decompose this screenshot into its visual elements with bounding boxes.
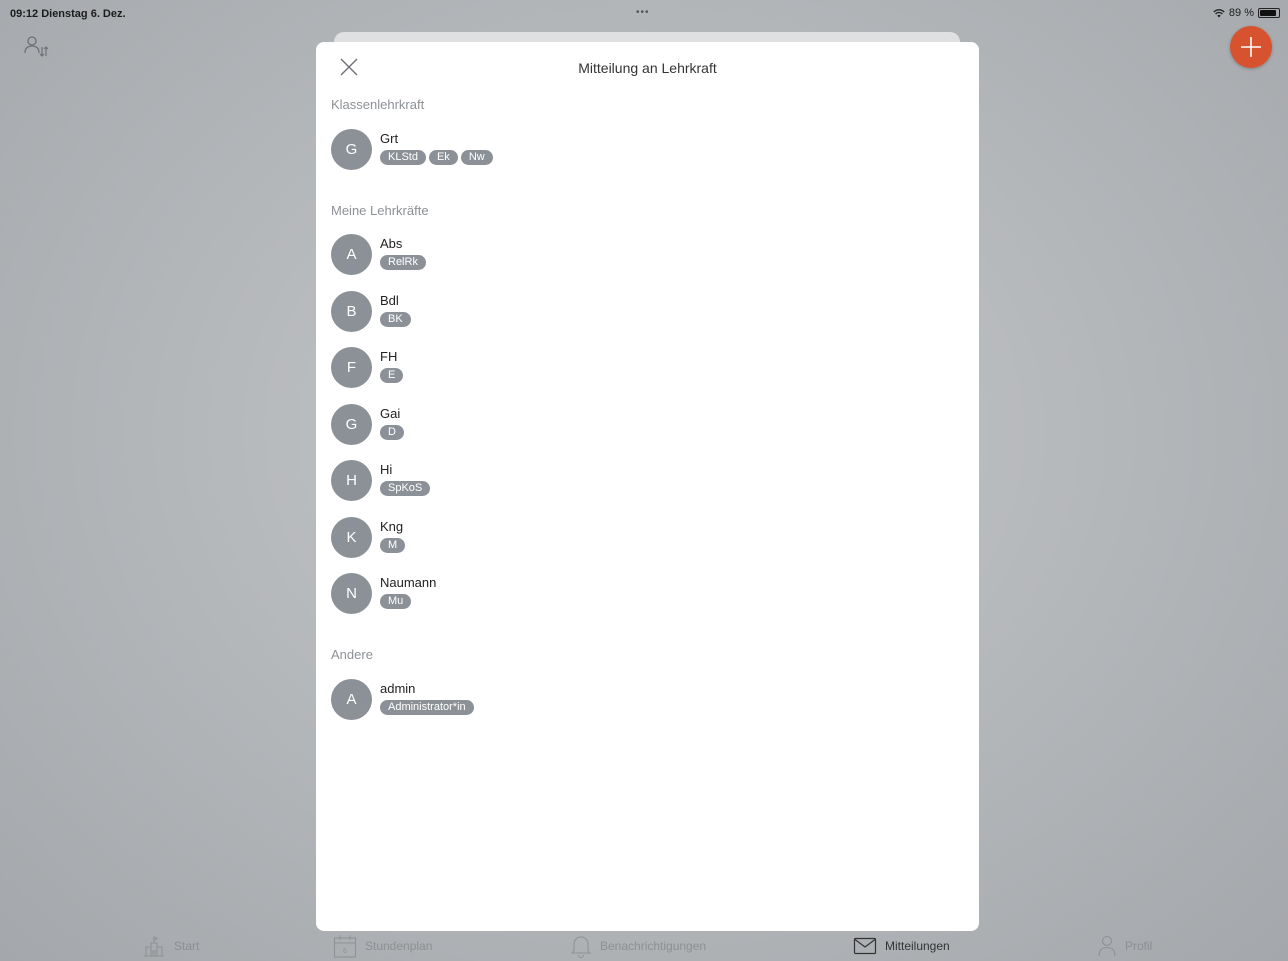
- teacher-name: Abs: [380, 236, 403, 251]
- subject-tags: E: [380, 368, 404, 383]
- teacher-name: Hi: [380, 462, 393, 477]
- avatar: A: [331, 679, 372, 720]
- status-right: 89 %: [1213, 7, 1280, 19]
- subject-tag: D: [380, 425, 404, 440]
- subject-tags: M: [380, 538, 406, 553]
- subject-tags: BK: [380, 312, 411, 327]
- avatar: G: [331, 129, 372, 170]
- subject-tags: KLStd Ek Nw: [380, 150, 493, 165]
- tab-label: Benachrichtigungen: [600, 939, 707, 953]
- tab-mitteilungen[interactable]: Mitteilungen: [853, 932, 950, 960]
- role-tag: Administrator*in: [380, 700, 474, 715]
- teacher-name: admin: [380, 681, 416, 696]
- teacher-name: FH: [380, 349, 398, 364]
- section-title-meine-lehrkraefte: Meine Lehrkräfte: [331, 203, 429, 218]
- subject-tag: KLStd: [380, 150, 426, 165]
- teacher-item[interactable]: F FH E: [331, 347, 631, 389]
- avatar: K: [331, 517, 372, 558]
- section-title-klassenlehrkraft: Klassenlehrkraft: [331, 97, 425, 112]
- subject-tag: E: [380, 368, 404, 383]
- teacher-item[interactable]: A admin Administrator*in: [331, 679, 631, 721]
- envelope-icon: [853, 937, 877, 955]
- subject-tag: RelRk: [380, 255, 426, 270]
- teacher-name: Bdl: [380, 293, 399, 308]
- teacher-name: Grt: [380, 131, 399, 146]
- teacher-item[interactable]: G Grt KLStd Ek Nw: [331, 129, 631, 171]
- subject-tag: Mu: [380, 594, 412, 609]
- school-icon: [144, 936, 164, 957]
- calendar-icon: 6: [333, 935, 357, 958]
- avatar: B: [331, 291, 372, 332]
- battery-percent: 89 %: [1228, 7, 1254, 19]
- teacher-name: Gai: [380, 406, 401, 421]
- section-title-andere: Andere: [331, 647, 373, 662]
- tab-profil[interactable]: Profil: [1097, 932, 1152, 960]
- teacher-item[interactable]: H Hi SpKoS: [331, 460, 631, 502]
- teacher-name: Naumann: [380, 575, 437, 590]
- bell-icon: [570, 936, 592, 958]
- subject-tag: Ek: [428, 150, 458, 165]
- teacher-item[interactable]: B Bdl BK: [331, 291, 631, 333]
- subject-tag: BK: [380, 312, 411, 327]
- subject-tags: SpKoS: [380, 481, 431, 496]
- tab-stundenplan[interactable]: 6 Stundenplan: [333, 932, 432, 960]
- tab-label: Profil: [1125, 939, 1153, 953]
- subject-tags: D: [380, 425, 404, 440]
- subject-tags: Mu: [380, 594, 412, 609]
- multitasking-dots[interactable]: •••: [636, 7, 650, 18]
- switch-user-icon[interactable]: [22, 34, 50, 60]
- svg-text:6: 6: [343, 948, 347, 955]
- modal-title: Mitteilung an Lehrkraft: [578, 60, 717, 76]
- tab-label: Mitteilungen: [885, 939, 950, 953]
- tab-label: Stundenplan: [365, 939, 433, 953]
- subject-tag: M: [380, 538, 406, 553]
- teacher-name: Kng: [380, 519, 404, 534]
- wifi-icon: [1213, 8, 1225, 17]
- battery-icon: [1258, 8, 1280, 18]
- person-icon: [1098, 935, 1116, 957]
- teacher-item[interactable]: A Abs RelRk: [331, 234, 631, 276]
- tab-benachrichtigungen[interactable]: Benachrichtigungen: [570, 932, 706, 960]
- teacher-item[interactable]: N Naumann Mu: [331, 573, 631, 615]
- subject-tags: RelRk: [380, 255, 426, 270]
- add-button[interactable]: [1230, 26, 1272, 68]
- teacher-message-modal: Mitteilung an Lehrkraft Klassenlehrkraft…: [316, 42, 979, 931]
- avatar: A: [331, 234, 372, 275]
- tab-start[interactable]: Start: [142, 932, 199, 960]
- teacher-item[interactable]: K Kng M: [331, 517, 631, 559]
- avatar: F: [331, 347, 372, 388]
- avatar: H: [331, 460, 372, 501]
- status-time: 09:12 Dienstag 6. Dez.: [10, 8, 126, 20]
- subject-tags: Administrator*in: [380, 700, 474, 715]
- status-bar: 09:12 Dienstag 6. Dez. ••• 89 %: [0, 0, 1288, 26]
- subject-tag: SpKoS: [380, 481, 431, 496]
- tab-bar: Start 6 Stundenplan Benachrichtigungen M…: [0, 928, 1288, 961]
- plus-icon: [1241, 37, 1261, 57]
- teacher-item[interactable]: G Gai D: [331, 404, 631, 446]
- avatar: N: [331, 573, 372, 614]
- tab-label: Start: [174, 939, 200, 953]
- subject-tag: Nw: [460, 150, 493, 165]
- avatar: G: [331, 404, 372, 445]
